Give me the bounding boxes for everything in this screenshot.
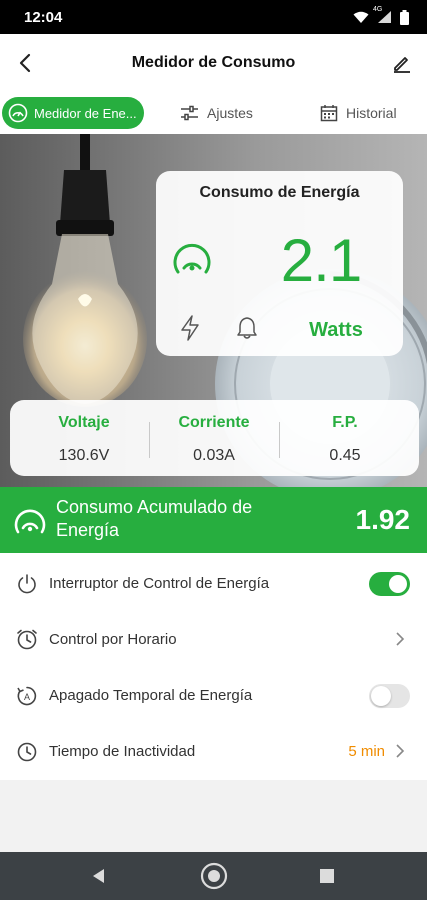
bell-icon[interactable]: [236, 316, 258, 340]
metric-label: Corriente: [178, 414, 250, 431]
setting-label: Apagado Temporal de Energía: [49, 687, 253, 704]
status-time: 12:04: [24, 8, 63, 26]
accumulated-label: Consumo Acumulado de Energía: [56, 497, 253, 540]
back-button[interactable]: [8, 46, 42, 80]
metric-label: F.P.: [332, 414, 358, 431]
tab-medidor[interactable]: Medidor de Ene...: [2, 97, 144, 129]
toggle-knob: [389, 575, 407, 593]
metrics-card: Voltaje 130.6V Corriente 0.03A F.P. 0.45: [10, 400, 419, 476]
tab-label: Ajustes: [207, 105, 253, 121]
system-nav-bar: [0, 852, 427, 900]
metric-corriente: Corriente 0.03A: [146, 400, 282, 476]
setting-value: 5 min: [348, 743, 385, 760]
nav-recents-button[interactable]: [313, 862, 341, 890]
chevron-right-icon: [396, 744, 405, 758]
tab-historial[interactable]: Historial: [320, 97, 397, 129]
gauge-icon: [8, 103, 28, 123]
clock-icon: [17, 629, 37, 650]
tab-label: Historial: [346, 105, 397, 121]
nav-back-button[interactable]: [85, 862, 113, 890]
nav-home-button[interactable]: [200, 862, 228, 890]
svg-text:A: A: [24, 692, 30, 702]
sliders-icon: [180, 105, 199, 121]
metric-voltaje: Voltaje 130.6V: [16, 400, 152, 476]
settings-list: Interruptor de Control de Energía Contro…: [0, 553, 427, 780]
metric-label: Voltaje: [58, 414, 110, 431]
app-header: Medidor de Consumo: [0, 34, 427, 92]
status-bar: 12:04 4G: [0, 0, 427, 34]
clock-icon: [17, 742, 37, 762]
setting-inactivity-time[interactable]: Tiempo de Inactividad 5 min: [0, 723, 427, 779]
calendar-icon: [320, 104, 338, 122]
setting-schedule[interactable]: Control por Horario: [0, 611, 427, 667]
metric-value: 0.03A: [193, 447, 235, 464]
recents-square-icon: [320, 869, 334, 883]
metric-fp: F.P. 0.45: [277, 400, 413, 476]
temporary-off-toggle[interactable]: [369, 684, 410, 708]
tab-label: Medidor de Ene...: [34, 105, 137, 121]
energy-value: 2.1: [280, 227, 362, 294]
power-icon: [18, 574, 36, 594]
energy-card-title: Consumo de Energía: [199, 184, 360, 201]
setting-label: Interruptor de Control de Energía: [49, 575, 270, 592]
chevron-right-icon: [396, 632, 405, 646]
back-triangle-icon: [93, 869, 104, 883]
energy-unit: Watts: [309, 319, 363, 341]
bolt-icon[interactable]: [180, 315, 200, 341]
timer-icon: A: [17, 686, 37, 706]
network-type-label: 4G: [373, 6, 383, 13]
setting-power-switch[interactable]: Interruptor de Control de Energía: [0, 555, 427, 611]
accumulated-energy-banner: Consumo Acumulado de Energía 1.92: [0, 487, 427, 553]
power-switch-toggle[interactable]: [369, 572, 410, 596]
accumulated-value: 1.92: [355, 504, 411, 535]
metric-value: 0.45: [329, 447, 361, 464]
page-title: Medidor de Consumo: [131, 54, 296, 71]
gauge-icon: [14, 509, 46, 534]
home-circle-icon: [200, 862, 228, 890]
tab-ajustes[interactable]: Ajustes: [180, 97, 253, 129]
status-icons: 4G: [353, 6, 409, 25]
metric-value: 130.6V: [58, 447, 110, 464]
gauge-icon: [173, 243, 211, 274]
setting-label: Tiempo de Inactividad: [49, 743, 196, 760]
chevron-left-icon: [19, 53, 31, 73]
signal-icon: 4G: [373, 6, 392, 24]
setting-label: Control por Horario: [49, 631, 177, 648]
tab-bar: Medidor de Ene... Ajustes Historial: [0, 92, 427, 134]
wifi-icon: [353, 11, 369, 24]
pencil-icon: [394, 57, 410, 73]
setting-temporary-off[interactable]: A Apagado Temporal de Energía: [0, 667, 427, 723]
edit-button[interactable]: [385, 46, 419, 80]
energy-consumption-card: Consumo de Energía 2.1 Watts: [156, 171, 403, 356]
battery-icon: [400, 9, 409, 25]
toggle-knob: [371, 686, 391, 706]
